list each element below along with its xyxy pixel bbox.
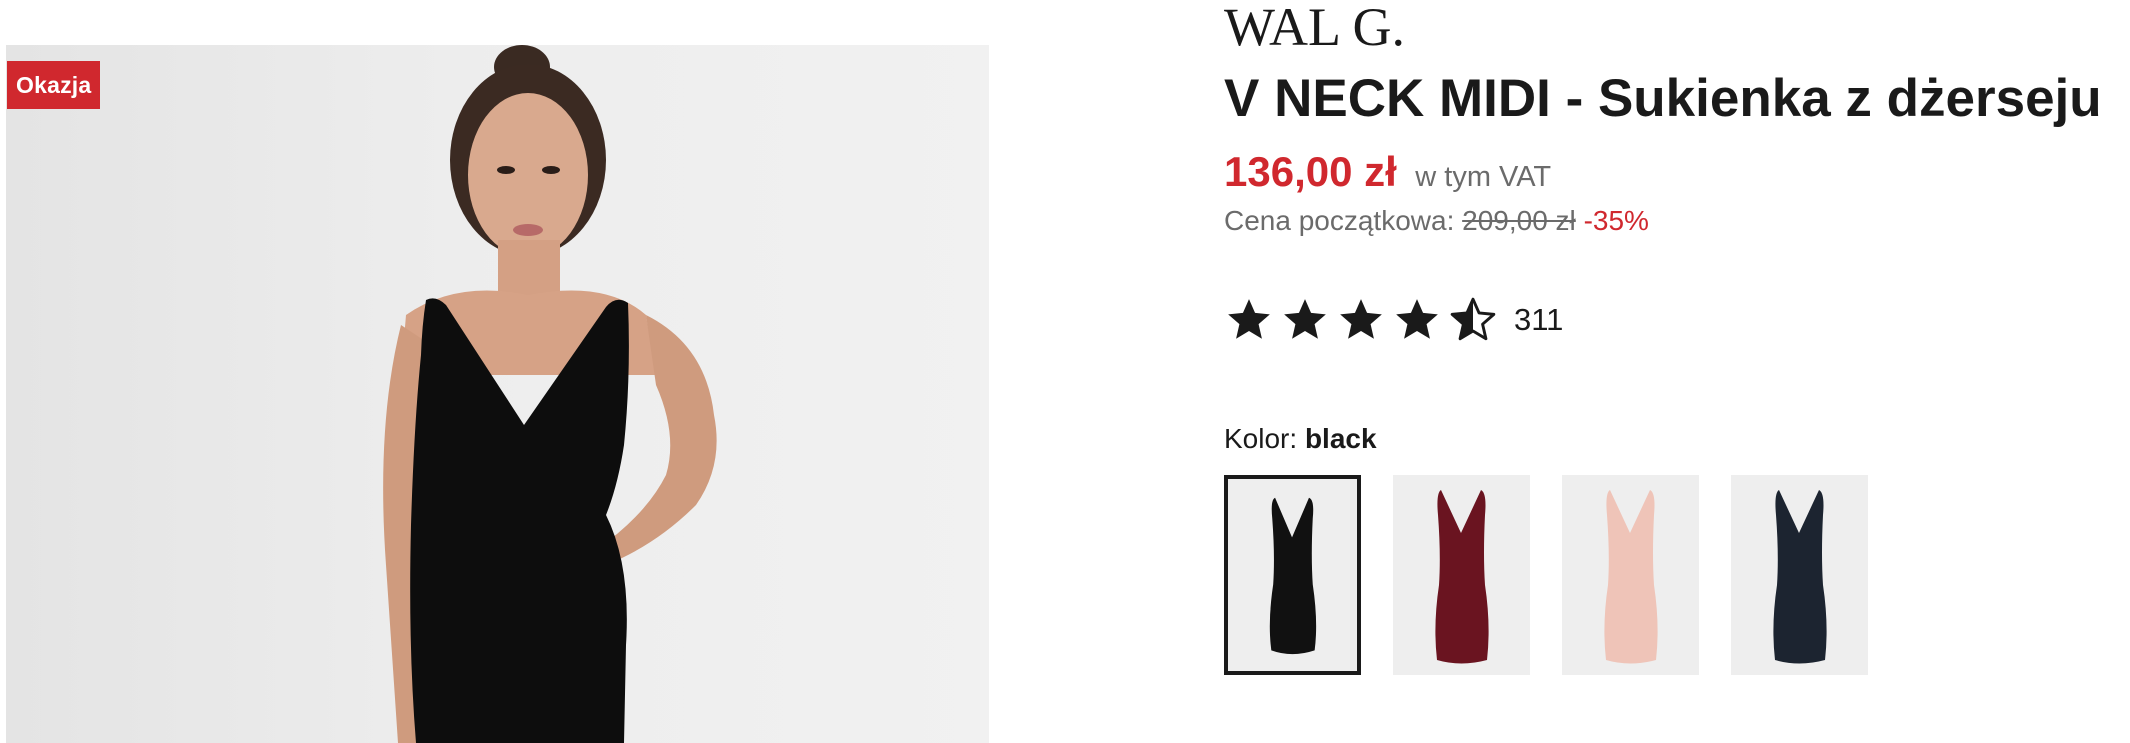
original-price-row: Cena początkowa: 209,00 zł -35% [1224, 205, 1649, 237]
brand-name[interactable]: WAL G. [1224, 0, 1405, 56]
color-swatch-nude[interactable] [1562, 475, 1699, 675]
product-image[interactable] [6, 45, 989, 743]
product-page: Okazja WAL G. V NECK MIDI - Sukienka z d… [0, 0, 2130, 743]
dress-thumbnail [1604, 490, 1658, 664]
sale-badge: Okazja [7, 61, 101, 109]
model-photo [383, 45, 717, 743]
dress-thumbnail [1269, 497, 1317, 655]
star-icon [1340, 299, 1382, 339]
review-count[interactable]: 311 [1514, 302, 1563, 338]
discount-percent: -35% [1583, 205, 1649, 236]
price-row: 136,00 zł w tym VAT [1224, 148, 1551, 196]
star-icon [1284, 299, 1326, 339]
rating[interactable]: 311 [1224, 294, 1563, 346]
original-price-label: Cena początkowa: [1224, 205, 1455, 236]
color-label-text: Kolor: [1224, 423, 1298, 454]
vat-note: w tym VAT [1415, 161, 1552, 193]
color-swatch-burgundy[interactable] [1393, 475, 1530, 675]
color-swatches [1224, 475, 1900, 675]
selected-color: black [1304, 423, 1377, 454]
original-price: 209,00 zł [1462, 205, 1576, 236]
star-icon [1396, 299, 1438, 339]
color-swatch-navy[interactable] [1731, 475, 1868, 675]
star-icon [1228, 299, 1270, 339]
product-title: V NECK MIDI - Sukienka z dżerseju [1224, 69, 2102, 128]
current-price: 136,00 zł [1224, 148, 1397, 195]
half-star-icon [1450, 297, 1496, 341]
dress-thumbnail [1773, 490, 1827, 664]
color-label: Kolor: black [1224, 423, 1377, 455]
color-swatch-black[interactable] [1224, 475, 1361, 675]
dress-thumbnail [1435, 490, 1489, 664]
